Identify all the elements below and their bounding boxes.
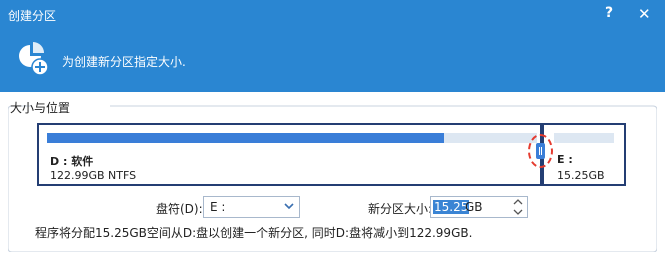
partition-e-name: E : [557,153,573,166]
partition-d-usage-bar [47,133,537,143]
partition-d-info: 122.99GB NTFS [50,169,137,182]
new-size-value: 15.25 [433,200,470,214]
partition-e-info: 15.25GB [557,169,605,182]
drive-letter-value: E : [210,200,226,214]
partition-d-name: D : 软件 [50,155,94,168]
drive-letter-select[interactable]: E : [203,196,300,218]
partition-d-usage-fill [47,133,444,143]
partition-e-block[interactable]: E : 15.25GB [542,123,626,186]
header-instruction: 为创建新分区指定大小. [62,55,186,69]
window-title: 创建分区 [8,9,57,23]
group-label: 大小与位置 [10,101,71,115]
resize-handle[interactable] [528,134,553,168]
spin-up-icon[interactable] [511,197,525,207]
drag-grip-icon [536,143,545,159]
allocation-summary: 程序将分配15.25GB空间从D:盘以创建一个新分区, 同时D:盘将减小到122… [35,226,473,240]
dialog-header: 为创建新分区指定大小. [0,30,665,92]
new-size-unit: GB [465,200,483,214]
help-button[interactable]: ? [605,5,613,21]
title-bar: 创建分区 ? ✕ [0,0,665,30]
drive-letter-label: 盘符(D): [156,202,203,216]
new-size-label: 新分区大小: [368,202,433,216]
partition-d-block[interactable]: D : 软件 122.99GB NTFS [37,123,542,186]
spin-down-icon[interactable] [511,207,525,217]
close-button[interactable]: ✕ [638,5,651,23]
partition-e-usage-bar [554,133,614,143]
chevron-down-icon [284,203,294,210]
partition-add-icon [19,42,49,76]
